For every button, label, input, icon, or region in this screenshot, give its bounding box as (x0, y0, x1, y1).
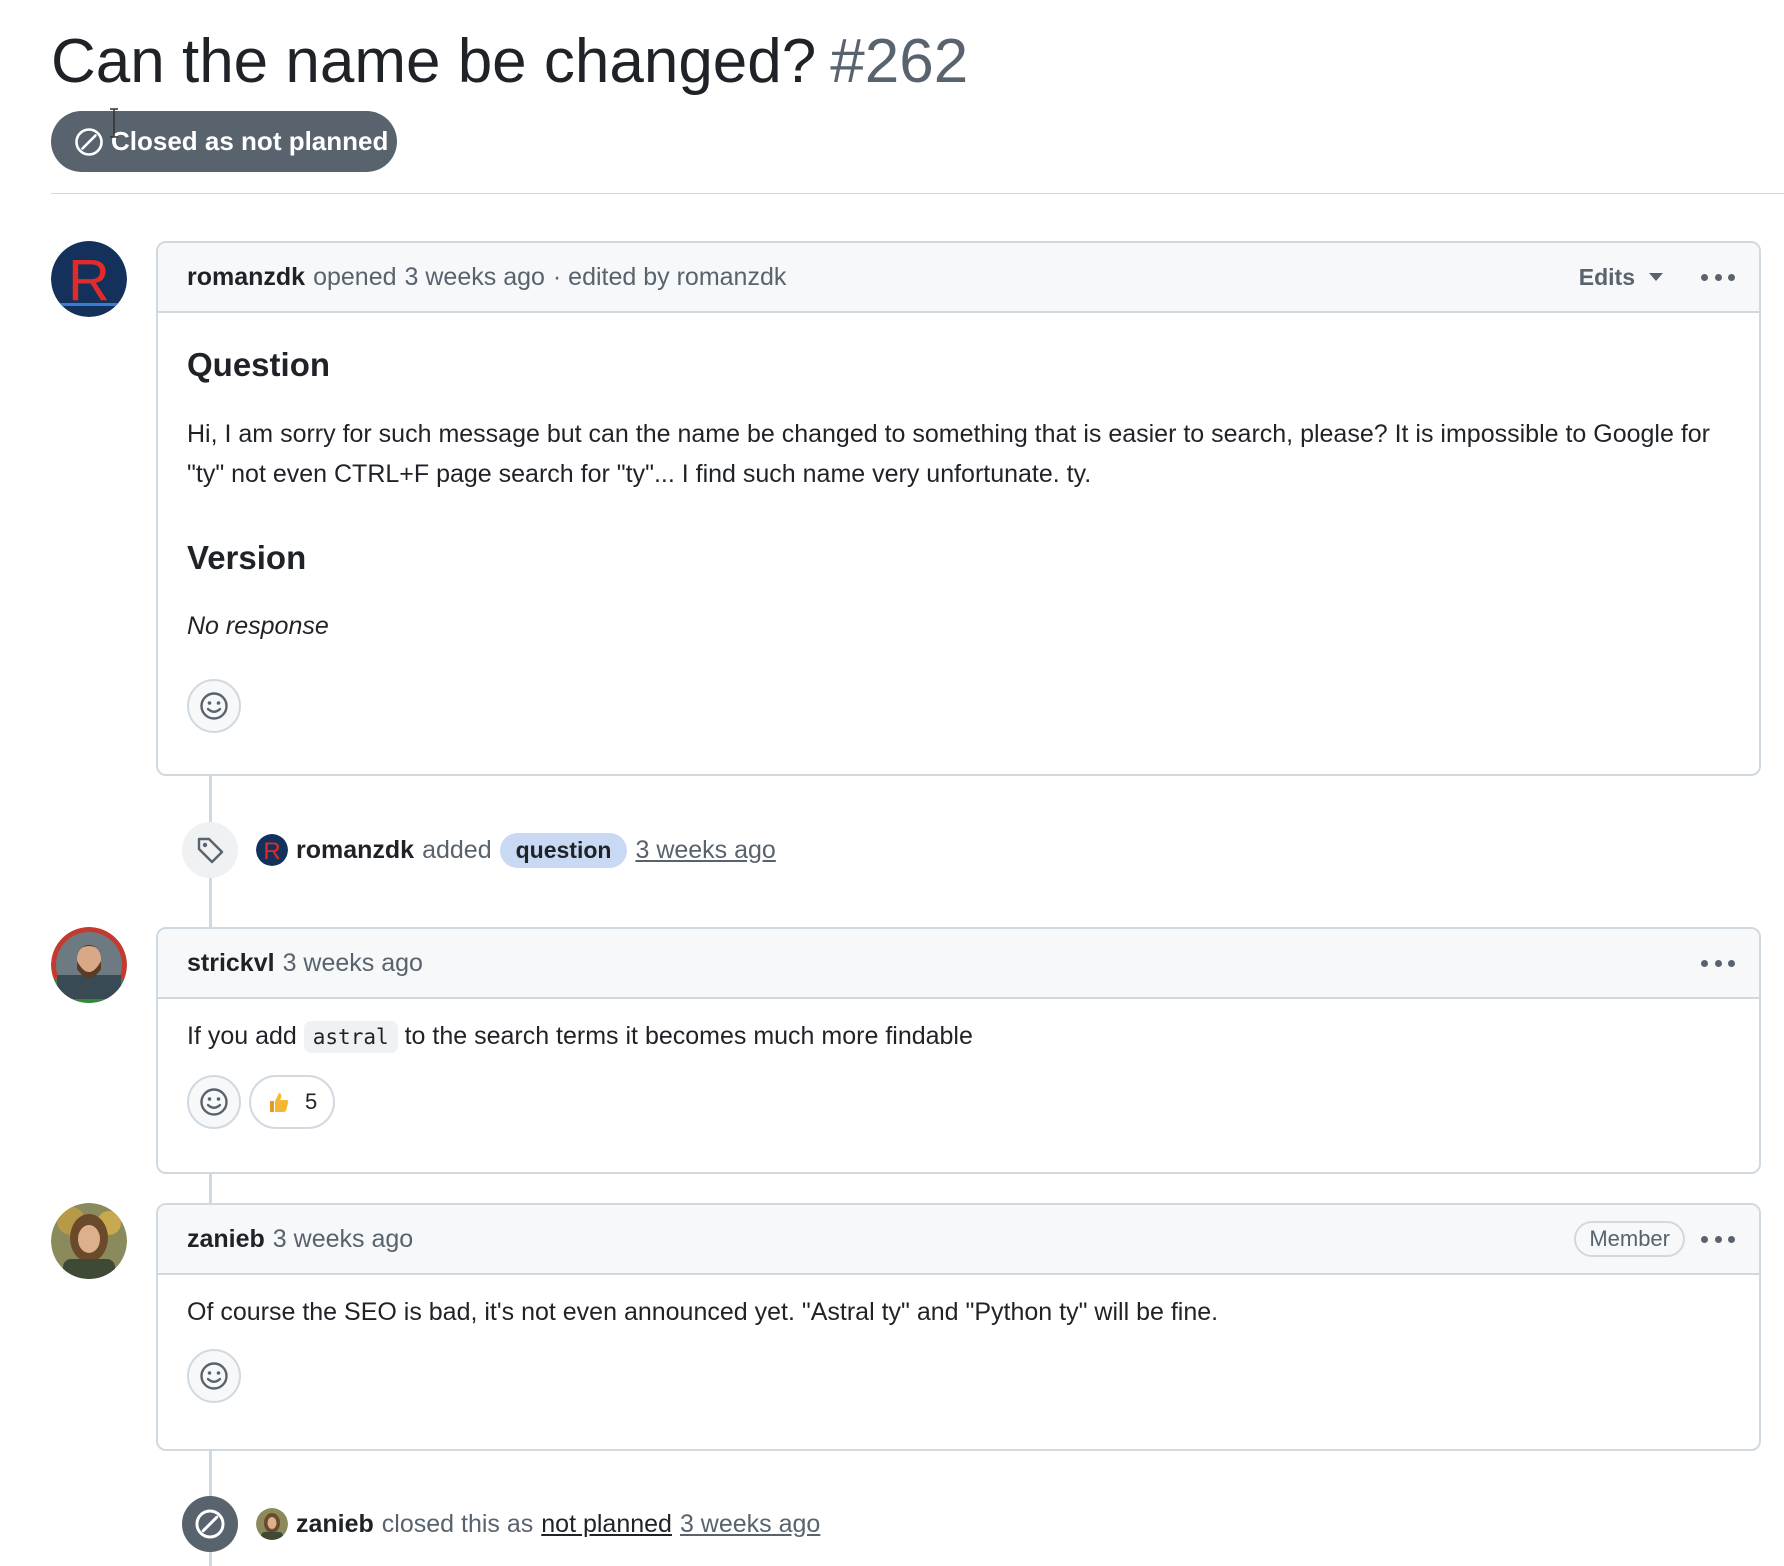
comment-timestamp[interactable]: 3 weeks ago (405, 263, 545, 292)
avatar-strickvl[interactable] (51, 927, 127, 1003)
timeline-event-closed: zanieb closed this as not planned 3 week… (182, 1496, 820, 1552)
reactions-bar (187, 1349, 1730, 1403)
comment-card: strickvl 3 weeks ago If you add astral t… (156, 927, 1761, 1174)
comment-text-before: If you add (187, 1022, 297, 1050)
smiley-icon (200, 692, 228, 720)
text-cursor-icon (110, 108, 118, 138)
thumbs-up-reaction[interactable]: 5 (249, 1075, 336, 1129)
smiley-icon (200, 1362, 228, 1390)
edited-by-text: · edited by romanzdk (552, 262, 787, 291)
issue-number: #262 (830, 27, 969, 96)
heading-question: Question (187, 346, 331, 383)
comment-options-kebab-icon[interactable] (1701, 958, 1735, 968)
avatar-romanzdk[interactable]: R (51, 241, 127, 317)
issue-state-badge[interactable]: Closed as not planned (51, 111, 397, 172)
add-reaction-button[interactable] (187, 1075, 241, 1129)
comment-timestamp[interactable]: 3 weeks ago (283, 949, 423, 978)
comment-author[interactable]: romanzdk (187, 263, 305, 292)
comment-body: If you add astral to the search terms it… (158, 1016, 1759, 1129)
event-timestamp[interactable]: 3 weeks ago (635, 836, 775, 865)
add-reaction-button[interactable] (187, 1349, 241, 1403)
comment-card: romanzdk opened 3 weeks ago · edited by … (156, 241, 1761, 776)
issue-title: Can the name be changed? #262 (51, 26, 968, 98)
comment-body: Of course the SEO is bad, it's not even … (158, 1292, 1759, 1403)
event-action: added (422, 835, 492, 864)
event-timestamp[interactable]: 3 weeks ago (680, 1510, 820, 1539)
member-badge: Member (1574, 1221, 1685, 1257)
svg-text:R: R (263, 838, 280, 865)
issue-title-text: Can the name be changed? (51, 27, 817, 96)
comment-options-kebab-icon[interactable] (1701, 272, 1735, 282)
tag-icon (182, 822, 238, 878)
version-value: No response (187, 612, 329, 640)
reaction-count: 5 (305, 1089, 318, 1114)
add-reaction-button[interactable] (187, 679, 241, 733)
event-action: closed this as (381, 1509, 534, 1538)
comment-text-after: to the search terms it becomes much more… (404, 1022, 973, 1050)
comment-body: Question Hi, I am sorry for such message… (158, 345, 1759, 733)
comment-options-kebab-icon[interactable] (1701, 1234, 1735, 1244)
reactions-bar: 5 (187, 1075, 1730, 1129)
header-divider (51, 193, 1784, 194)
avatar-zanieb[interactable] (51, 1203, 127, 1279)
comment-author[interactable]: zanieb (187, 1225, 265, 1254)
event-actor[interactable]: zanieb (296, 1510, 374, 1539)
edits-label: Edits (1578, 263, 1635, 290)
comment-header: romanzdk opened 3 weeks ago · edited by … (158, 243, 1759, 313)
inline-code: astral (303, 1021, 398, 1053)
avatar-romanzdk-small[interactable]: R (256, 834, 288, 866)
avatar-zanieb-small[interactable] (256, 1508, 288, 1540)
thumbs-up-icon (270, 1093, 289, 1112)
smiley-icon (200, 1088, 228, 1116)
label-question[interactable]: question (499, 832, 628, 868)
comment-header: strickvl 3 weeks ago (158, 929, 1759, 999)
comment-header: zanieb 3 weeks ago Member (158, 1205, 1759, 1275)
skip-icon (182, 1496, 238, 1552)
comment-text: Of course the SEO is bad, it's not even … (187, 1298, 1219, 1326)
comment-author[interactable]: strickvl (187, 949, 275, 978)
edits-dropdown[interactable]: Edits (1579, 264, 1663, 291)
comment-timestamp[interactable]: 3 weeks ago (273, 1225, 413, 1254)
heading-version: Version (187, 539, 307, 576)
caret-down-icon (1649, 273, 1663, 281)
comment-action: opened (313, 262, 397, 291)
comment-text: If you add astral to the search terms it… (187, 1016, 1730, 1057)
skip-icon (75, 127, 103, 156)
issue-state-label: Closed as not planned (111, 126, 389, 156)
event-actor[interactable]: romanzdk (296, 836, 414, 865)
close-reason-link[interactable]: not planned (541, 1510, 672, 1539)
reactions-bar (187, 679, 1730, 733)
comment-text: Hi, I am sorry for such message but can … (187, 420, 1711, 488)
comment-card: zanieb 3 weeks ago Member Of course the … (156, 1203, 1761, 1451)
timeline-event-labeled: R romanzdk added question 3 weeks ago (182, 822, 776, 878)
